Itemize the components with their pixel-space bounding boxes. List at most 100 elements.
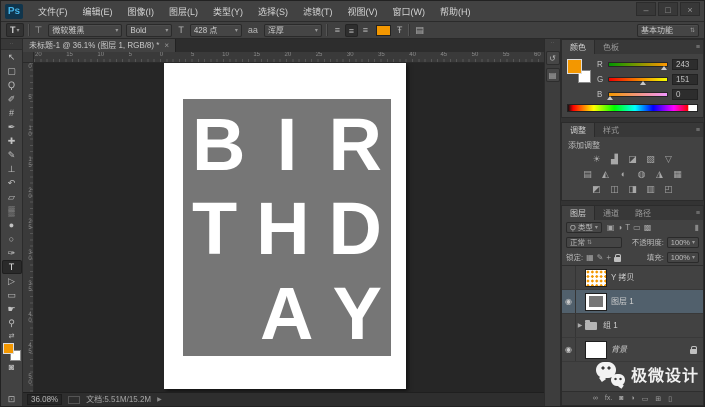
adjustment-icon[interactable]: ◐ <box>618 169 630 180</box>
tab-layers[interactable]: 图层 <box>562 206 595 220</box>
adjustment-icon[interactable]: ▤ <box>582 169 594 180</box>
text-orientation-icon[interactable]: ⊤ <box>33 25 45 36</box>
shape-tool[interactable]: ▭ <box>2 288 22 302</box>
color-spectrum-ramp[interactable] <box>567 104 698 112</box>
menu-item[interactable]: 编辑(E) <box>76 3 120 20</box>
menu-item[interactable]: 窗口(W) <box>386 3 433 20</box>
menu-item[interactable]: 文件(F) <box>31 3 75 20</box>
pen-tool[interactable]: ✑ <box>2 246 22 260</box>
layer-thumbnail[interactable] <box>585 269 607 287</box>
quick-mask-icon[interactable]: ◙ <box>9 361 14 374</box>
fill-field[interactable]: 100% ▾ <box>667 252 699 263</box>
visibility-toggle[interactable]: ◉ <box>562 338 576 361</box>
adjustment-icon[interactable]: ▧ <box>645 154 657 165</box>
slider-thumb[interactable] <box>607 96 613 100</box>
screen-mode-icon[interactable]: ⊡ <box>8 393 16 406</box>
clone-stamp-tool[interactable]: ⊥ <box>2 162 22 176</box>
tab-styles[interactable]: 样式 <box>595 123 627 137</box>
layer-thumbnail[interactable] <box>585 317 599 335</box>
blend-mode-select[interactable]: 正常 ⇅ <box>566 237 622 248</box>
align-left-icon[interactable]: ≡ <box>331 24 344 37</box>
dock-panel-button[interactable]: ↺ <box>546 51 560 65</box>
filter-type-icon[interactable]: T <box>625 223 630 232</box>
layer-row[interactable]: ◉ ▶ 组 1 <box>562 314 703 338</box>
lock-option-icon[interactable]: ✎ <box>597 253 604 262</box>
minimize-button[interactable]: – <box>636 2 656 16</box>
panel-menu-icon[interactable]: ≡ <box>696 206 703 220</box>
healing-brush-tool[interactable]: ✚ <box>2 134 22 148</box>
gradient-tool[interactable]: ▒ <box>2 204 22 218</box>
tab-paths[interactable]: 路径 <box>627 206 659 220</box>
canvas-page[interactable]: BIR THD AY <box>164 63 406 389</box>
tools-panel-grip[interactable]: ∙∙ <box>1 39 22 50</box>
group-expander-icon[interactable]: ▶ <box>576 322 584 329</box>
layers-action-icon[interactable]: ◙ <box>619 395 623 402</box>
menu-item[interactable]: 滤镜(T) <box>296 3 340 20</box>
foreground-color-swatch[interactable] <box>567 59 582 74</box>
layers-action-icon[interactable]: ∞ <box>593 395 598 402</box>
tab-close-icon[interactable]: × <box>164 41 169 50</box>
layers-action-icon[interactable]: ▭ <box>642 395 649 403</box>
channel-slider[interactable] <box>608 92 668 97</box>
slider-thumb[interactable] <box>661 66 667 70</box>
menu-item[interactable]: 图层(L) <box>162 3 205 20</box>
layer-thumbnail[interactable] <box>585 341 607 359</box>
toggle-panels-icon[interactable]: ▤ <box>413 25 426 36</box>
dock-panel-button[interactable]: ▤ <box>546 68 560 82</box>
align-right-icon[interactable]: ≡ <box>359 24 372 37</box>
panel-menu-icon[interactable]: ≡ <box>696 123 703 137</box>
tab-adjustments[interactable]: 调整 <box>562 123 595 137</box>
font-style-select[interactable]: Bold ▾ <box>126 24 172 37</box>
adjustment-icon[interactable]: ◰ <box>663 184 675 195</box>
tab-color[interactable]: 颜色 <box>562 40 595 54</box>
adjustment-icon[interactable]: ◭ <box>600 169 612 180</box>
lock-all-icon[interactable] <box>614 257 621 262</box>
visibility-toggle[interactable]: ◉ <box>562 266 576 289</box>
text-color-swatch[interactable] <box>376 25 391 36</box>
layers-action-icon[interactable]: ▯ <box>668 395 672 403</box>
adjustment-icon[interactable]: ◫ <box>609 184 621 195</box>
adjustment-icon[interactable]: ◩ <box>591 184 603 195</box>
menu-item[interactable]: 类型(Y) <box>206 3 250 20</box>
zoom-level-field[interactable]: 36.08% <box>27 394 62 405</box>
canvas-viewport[interactable]: 2015105051015202530354045505560 05101520… <box>23 52 544 392</box>
swap-colors-icon[interactable]: ⇄ <box>9 332 15 340</box>
menu-item[interactable]: 图像(I) <box>121 3 162 20</box>
quick-select-tool[interactable]: ✐ <box>2 92 22 106</box>
filter-type-icon[interactable]: ◑ <box>617 223 622 232</box>
visibility-toggle[interactable]: ◉ <box>562 314 576 337</box>
document-tab[interactable]: 未标题-1 @ 36.1% (图层 1, RGB/8) * × <box>23 39 176 52</box>
layers-action-icon[interactable]: ◑ <box>631 395 635 402</box>
hand-tool[interactable]: ☛ <box>2 302 22 316</box>
blur-tool[interactable]: ● <box>2 218 22 232</box>
visibility-toggle[interactable]: ◉ <box>562 290 576 313</box>
marquee-tool[interactable]: ▢ <box>2 64 22 78</box>
layer-row[interactable]: ◉ 图层 1 <box>562 290 703 314</box>
menu-item[interactable]: 视图(V) <box>341 3 385 20</box>
align-center-icon[interactable]: ≡ <box>345 24 358 37</box>
move-tool[interactable]: ↖ <box>2 50 22 64</box>
channel-value-field[interactable]: 151 <box>672 74 698 85</box>
zoom-tool[interactable]: ⚲ <box>2 316 22 330</box>
tab-swatches[interactable]: 色板 <box>595 40 627 54</box>
tab-channels[interactable]: 通道 <box>595 206 627 220</box>
adjustment-icon[interactable]: ◪ <box>627 154 639 165</box>
adjustment-icon[interactable]: ▽ <box>663 154 675 165</box>
layer-row[interactable]: ◉ 背景 <box>562 338 703 362</box>
workspace-select[interactable]: 基本功能 ⇅ <box>637 24 699 37</box>
filter-type-icon[interactable]: ▭ <box>633 223 641 232</box>
layer-filter-select[interactable]: Ϙ 类型 ▾ <box>566 222 602 233</box>
channel-slider[interactable] <box>608 77 668 82</box>
filter-toggle-icon[interactable]: ▮ <box>695 223 699 232</box>
brush-tool[interactable]: ✎ <box>2 148 22 162</box>
eraser-tool[interactable]: ▱ <box>2 190 22 204</box>
opacity-field[interactable]: 100% ▾ <box>667 237 699 248</box>
adjustment-icon[interactable]: ◮ <box>654 169 666 180</box>
adjustment-icon[interactable]: ▦ <box>672 169 684 180</box>
layers-action-icon[interactable]: ⊞ <box>655 395 661 403</box>
foreground-color-swatch[interactable] <box>3 343 14 354</box>
channel-value-field[interactable]: 243 <box>672 59 698 70</box>
slider-thumb[interactable] <box>640 81 646 85</box>
anti-alias-select[interactable]: 浑厚 ▾ <box>264 24 322 37</box>
filter-type-icon[interactable]: ▣ <box>607 223 615 232</box>
